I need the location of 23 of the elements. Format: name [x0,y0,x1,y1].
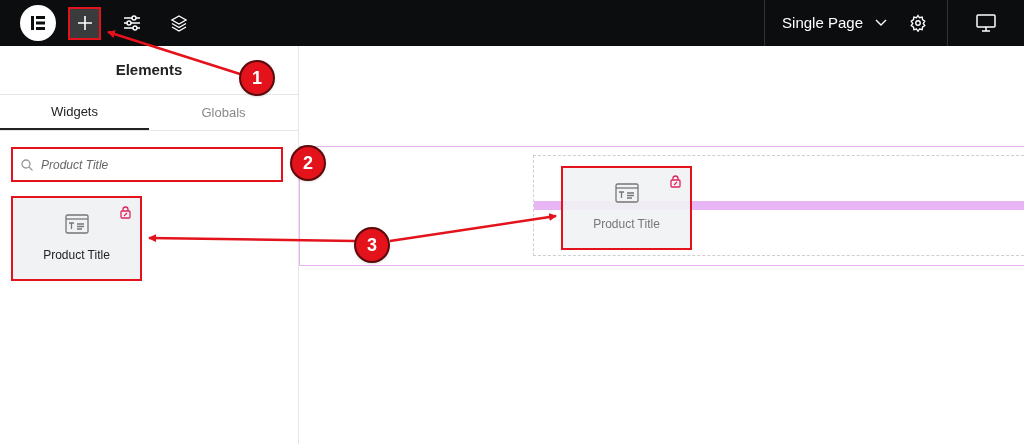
layers-icon[interactable] [170,14,188,32]
step-number: 1 [239,60,275,96]
widget-card[interactable]: Product Title [11,196,142,281]
step-number: 3 [354,227,390,263]
widget-label: Product Title [43,246,110,264]
widget-label: Product Title [593,216,660,233]
search-field[interactable]: Product Title [11,147,283,182]
panel-tab[interactable]: Globals [149,95,298,130]
desktop-icon[interactable] [976,14,996,32]
page-selector[interactable]: Single Page [782,11,887,35]
chevron-down-icon [875,19,887,27]
add-button[interactable] [68,6,101,40]
widget-icon [614,183,639,203]
dragged-widget[interactable]: Product Title [561,166,692,250]
step-number: 2 [290,145,326,181]
panel-title: Elements [115,59,183,80]
panel-tab[interactable]: Widgets [0,95,149,130]
logo-icon[interactable] [20,5,56,41]
plus-icon [76,15,93,31]
sliders-icon[interactable] [123,14,141,32]
search-icon [21,159,33,171]
widget-icon [64,213,89,234]
settings-icon[interactable] [909,14,927,32]
